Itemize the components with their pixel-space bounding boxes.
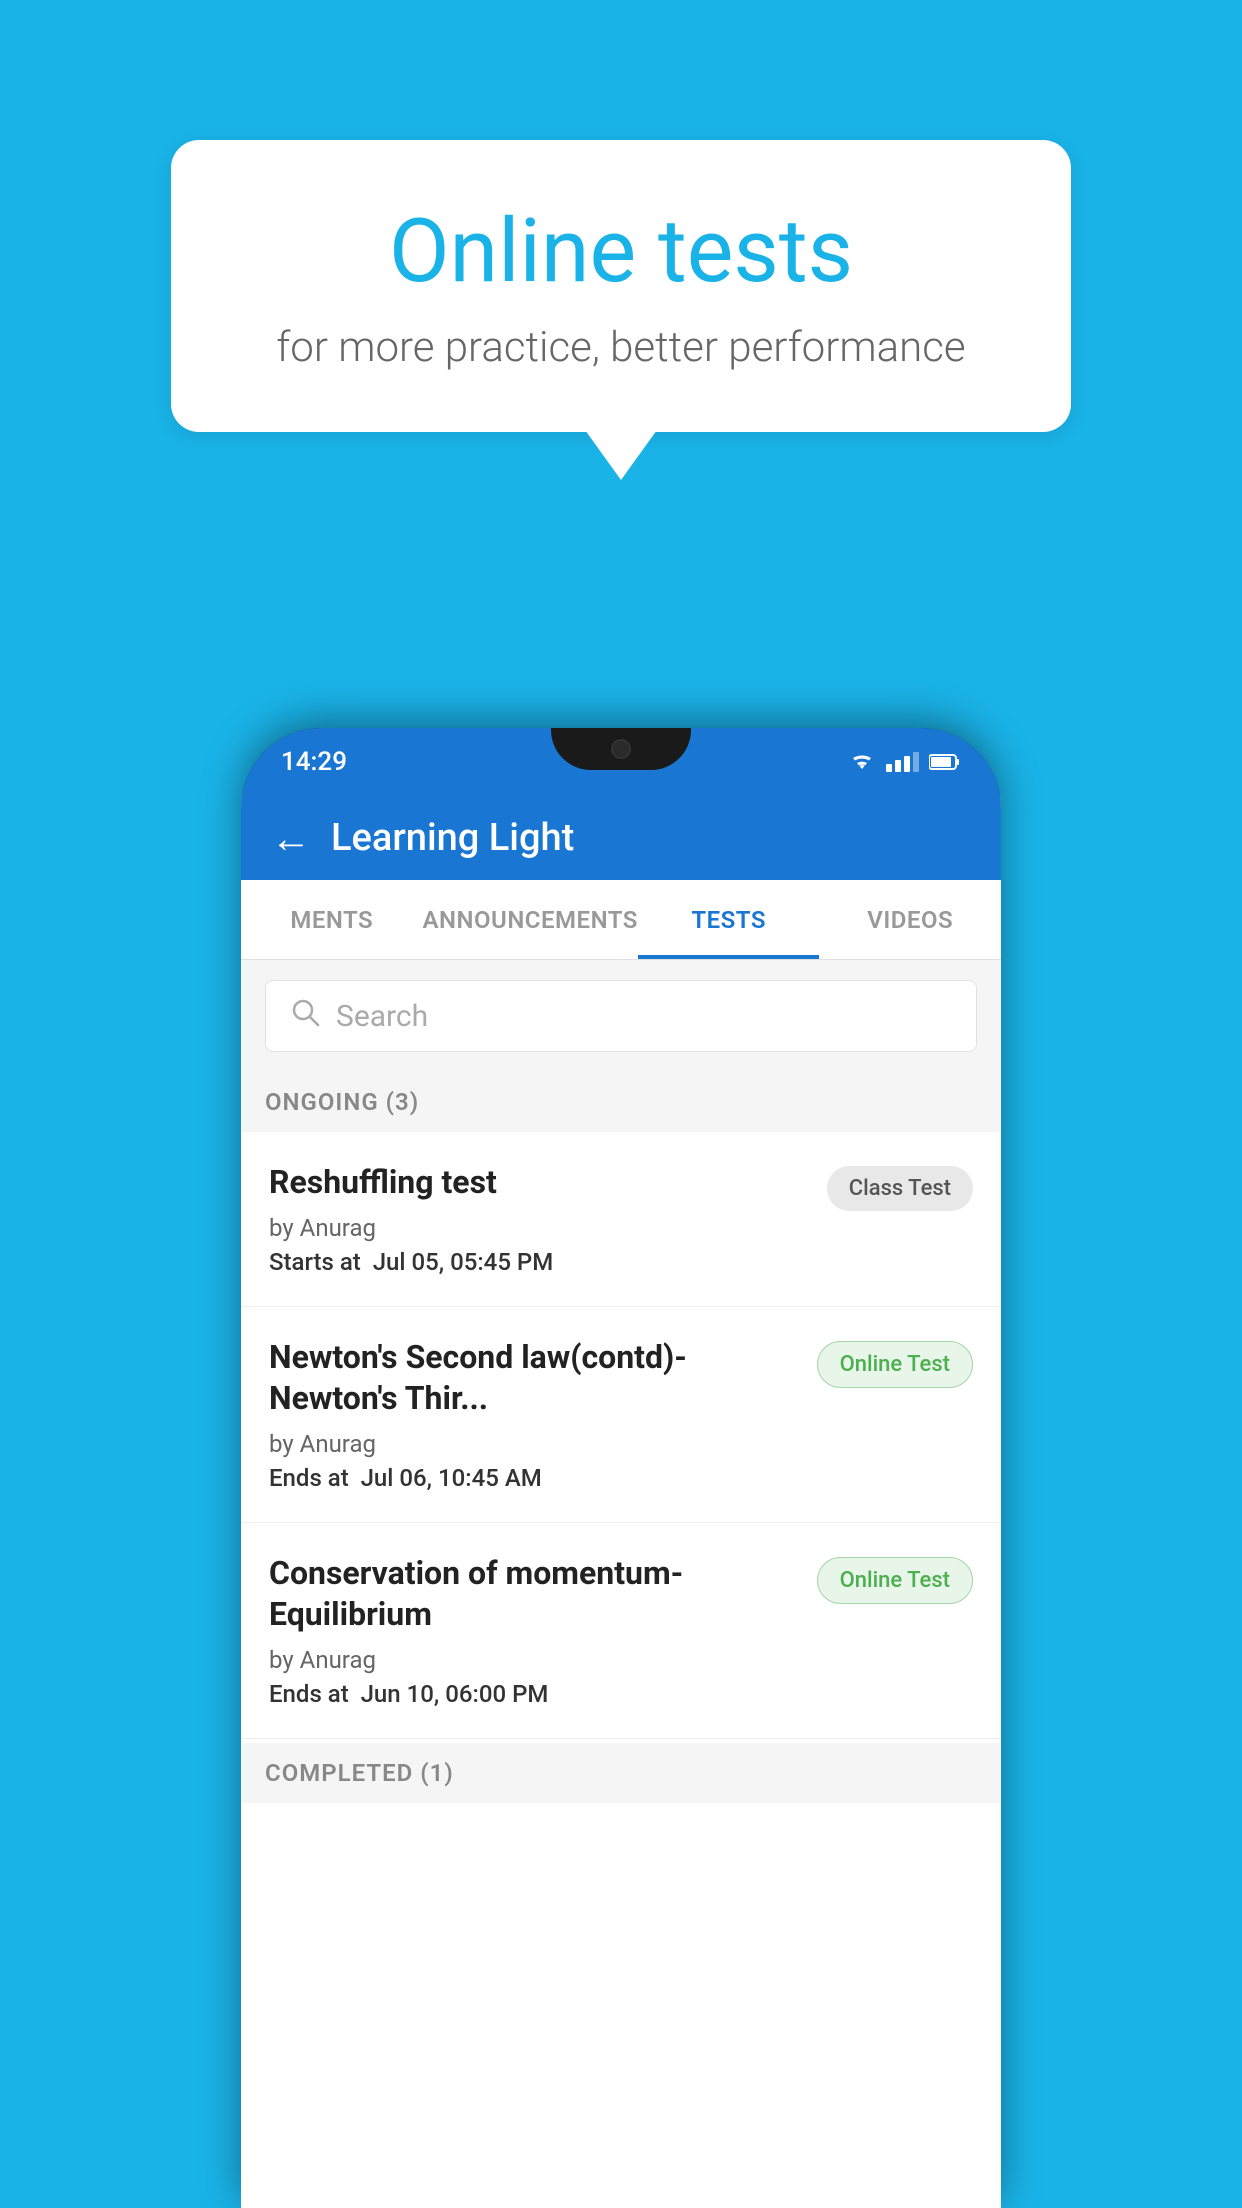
test-time: Starts at Jul 05, 05:45 PM (269, 1248, 811, 1276)
test-badge-class: Class Test (827, 1166, 973, 1211)
test-badge-online: Online Test (817, 1341, 973, 1388)
front-camera (611, 739, 631, 759)
test-info: Conservation of momentum-Equilibrium by … (269, 1553, 801, 1708)
battery-icon (929, 753, 961, 771)
list-item[interactable]: Conservation of momentum-Equilibrium by … (241, 1523, 1001, 1739)
wifi-icon (848, 751, 876, 773)
speech-bubble-subtitle: for more practice, better performance (251, 323, 991, 372)
speech-bubble-title: Online tests (251, 200, 991, 303)
test-badge-online: Online Test (817, 1557, 973, 1604)
tab-tests[interactable]: TESTS (638, 880, 820, 959)
signal-icon (886, 752, 919, 772)
speech-bubble-container: Online tests for more practice, better p… (171, 140, 1071, 432)
test-name: Reshuffling test (269, 1162, 811, 1204)
list-item[interactable]: Newton's Second law(contd)-Newton's Thir… (241, 1307, 1001, 1523)
app-title: Learning Light (331, 816, 574, 860)
completed-section-header: COMPLETED (1) (241, 1743, 1001, 1803)
phone-screen: ← Learning Light MENTS ANNOUNCEMENTS TES… (241, 796, 1001, 2208)
status-bar: 14:29 (241, 728, 1001, 796)
test-author: by Anurag (269, 1430, 801, 1458)
tab-ments[interactable]: MENTS (241, 880, 423, 959)
status-time: 14:29 (281, 747, 347, 777)
tab-announcements[interactable]: ANNOUNCEMENTS (423, 880, 638, 959)
back-button[interactable]: ← (271, 815, 311, 862)
ongoing-section-title: ONGOING (3) (265, 1088, 419, 1116)
tab-videos[interactable]: VIDEOS (819, 880, 1001, 959)
test-time: Ends at Jun 10, 06:00 PM (269, 1680, 801, 1708)
test-name: Newton's Second law(contd)-Newton's Thir… (269, 1337, 801, 1420)
search-bar[interactable]: Search (265, 980, 977, 1052)
test-info: Reshuffling test by Anurag Starts at Jul… (269, 1162, 811, 1276)
test-info: Newton's Second law(contd)-Newton's Thir… (269, 1337, 801, 1492)
speech-bubble: Online tests for more practice, better p… (171, 140, 1071, 432)
test-time: Ends at Jul 06, 10:45 AM (269, 1464, 801, 1492)
list-item[interactable]: Reshuffling test by Anurag Starts at Jul… (241, 1132, 1001, 1307)
test-name: Conservation of momentum-Equilibrium (269, 1553, 801, 1636)
search-placeholder-text: Search (336, 999, 428, 1034)
search-icon (290, 997, 320, 1035)
completed-section-title: COMPLETED (1) (265, 1759, 454, 1787)
search-container: Search (241, 960, 1001, 1072)
ongoing-section-header: ONGOING (3) (241, 1072, 1001, 1132)
status-icons (848, 751, 961, 773)
phone-notch (551, 728, 691, 770)
tabs-bar: MENTS ANNOUNCEMENTS TESTS VIDEOS (241, 880, 1001, 960)
app-header: ← Learning Light (241, 796, 1001, 880)
test-list: Reshuffling test by Anurag Starts at Jul… (241, 1132, 1001, 1739)
phone-frame: 14:29 ← Learning Light (241, 728, 1001, 2208)
test-author: by Anurag (269, 1214, 811, 1242)
test-author: by Anurag (269, 1646, 801, 1674)
